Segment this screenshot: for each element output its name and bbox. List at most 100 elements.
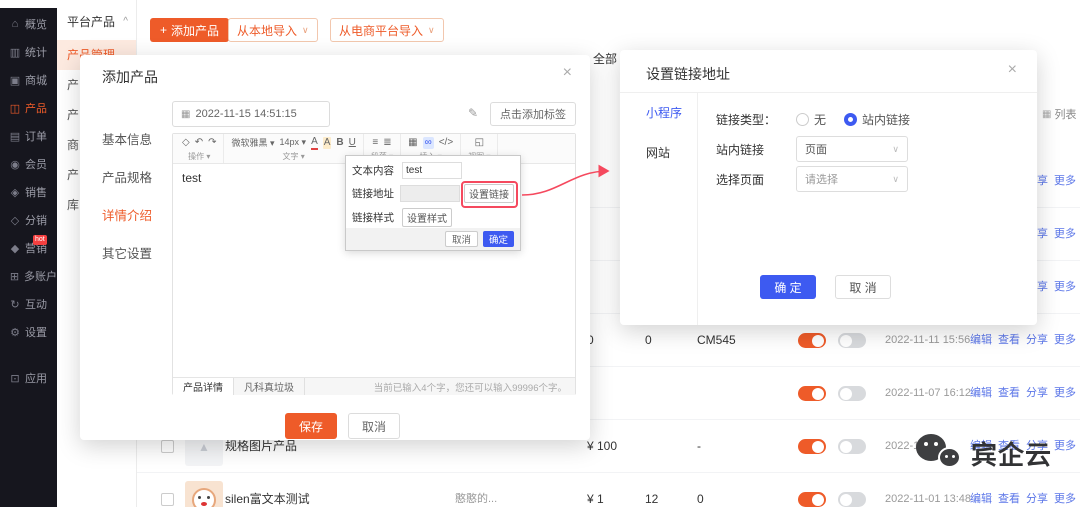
undo-icon[interactable]: ↶	[195, 137, 203, 149]
link-url-input[interactable]	[400, 185, 460, 202]
page-select[interactable]: 请选择 ∨	[796, 166, 908, 192]
link-target-tab[interactable]: 网站	[620, 133, 697, 173]
sidebar-item-label: 销售	[25, 187, 47, 199]
modal-tab[interactable]: 详情介绍	[80, 197, 168, 235]
row-checkbox[interactable]	[161, 493, 174, 506]
sidebar-item-label: 会员	[25, 159, 47, 171]
image-icon[interactable]: ▦	[408, 137, 417, 149]
list-icon[interactable]: ≣	[383, 137, 391, 149]
toolbar-group-caption[interactable]: 文字 ▾	[283, 151, 305, 162]
row-actions: 编辑查看分享更多	[970, 473, 1076, 507]
action-link[interactable]: 更多	[1054, 367, 1076, 420]
popup-ok-button[interactable]: 确定	[482, 231, 514, 247]
set-style-button[interactable]: 设置样式	[402, 208, 452, 227]
status-toggle-on[interactable]	[798, 492, 826, 507]
sidebar-item-label: 概览	[25, 19, 47, 31]
redo-icon[interactable]: ↷	[208, 137, 216, 149]
add-tag-button[interactable]: 点击添加标签	[490, 102, 576, 126]
sidebar-item-members[interactable]: ◉ 会员	[0, 150, 57, 178]
action-link[interactable]: 更多	[1054, 155, 1076, 208]
sidebar-item-marketing[interactable]: ◆ 营销 hot	[0, 234, 57, 262]
modal-tab[interactable]: 基本信息	[80, 121, 168, 159]
font-color-icon[interactable]: A	[311, 136, 318, 150]
interaction-icon: ↻	[10, 298, 20, 311]
sidebar-item-orders[interactable]: ▤ 订单	[0, 122, 57, 150]
status-toggle-off[interactable]	[838, 439, 866, 454]
editor-tab[interactable]: 产品详情	[173, 378, 234, 395]
popup-cancel-button[interactable]: 取消	[444, 231, 478, 247]
status-toggle-off[interactable]	[838, 333, 866, 348]
status-toggle-on[interactable]	[798, 439, 826, 454]
action-link[interactable]: 更多	[1054, 420, 1076, 473]
row-checkbox[interactable]	[161, 440, 174, 453]
status-toggle-on[interactable]	[798, 333, 826, 348]
code-icon[interactable]: </>	[439, 137, 453, 149]
sidebar-item-sales[interactable]: ◈ 销售	[0, 178, 57, 206]
style-icon[interactable]: ◇	[182, 137, 190, 149]
toggle-knob	[812, 334, 824, 347]
internal-link-select[interactable]: 页面 ∨	[796, 136, 908, 162]
action-link[interactable]: 编辑	[970, 473, 992, 507]
radio-internal-label[interactable]: 站内链接	[862, 111, 910, 128]
modal-tab[interactable]: 其它设置	[80, 235, 168, 273]
watermark: 宾企云	[916, 432, 1052, 474]
action-link[interactable]: 编辑	[970, 367, 992, 420]
product-price: ¥ 1	[587, 492, 604, 506]
cancel-button[interactable]: 取 消	[835, 275, 891, 299]
toolbar-icons: ◇ ↶ ↷	[182, 136, 216, 150]
tag-icon[interactable]: ✎	[468, 106, 478, 120]
align-icon[interactable]: ≡	[372, 137, 378, 149]
cancel-button[interactable]: 取消	[348, 413, 400, 439]
status-toggle-on[interactable]	[798, 386, 826, 401]
toggle-knob	[812, 387, 824, 400]
action-link[interactable]: 查看	[998, 367, 1020, 420]
action-link[interactable]: 更多	[1054, 473, 1076, 507]
close-icon[interactable]: ×	[1008, 61, 1017, 79]
save-button[interactable]: 保存	[285, 413, 337, 439]
toolbar-group-caption[interactable]: 操作 ▾	[188, 151, 210, 162]
status-toggle-off[interactable]	[838, 386, 866, 401]
bold-icon[interactable]: B	[336, 137, 343, 149]
font-family-select[interactable]: 微软雅黑 ▾	[231, 136, 274, 149]
action-link[interactable]: 更多	[1054, 261, 1076, 314]
action-link[interactable]: 分享	[1026, 367, 1048, 420]
set-link-modal: 设置链接地址 × 小程序 网站 链接类型： 无 站内链接 站内链接 页面 ∨ 选择…	[620, 50, 1037, 325]
sidebar-item-products[interactable]: ◫ 产品	[0, 94, 57, 122]
sidebar-item-interaction[interactable]: ↻ 互动	[0, 290, 57, 318]
sidebar-item-overview[interactable]: ⌂ 概览	[0, 10, 57, 38]
toolbar-icons: ≡ ≣	[372, 136, 391, 150]
row-date: 2022-11-07 16:12	[885, 387, 972, 399]
radio-internal-link[interactable]	[844, 112, 858, 126]
date-input[interactable]: ▦ 2022-11-15 14:51:15	[172, 101, 330, 127]
modal-tab[interactable]: 产品规格	[80, 159, 168, 197]
action-link[interactable]: 查看	[998, 473, 1020, 507]
radio-none-label[interactable]: 无	[814, 111, 826, 128]
radio-none[interactable]	[796, 112, 809, 126]
sidebar-item-apps[interactable]: ⊡ 应用	[0, 364, 57, 392]
set-link-button[interactable]: 设置链接	[464, 184, 514, 203]
collapse-icon[interactable]: ^	[123, 16, 128, 27]
font-size-select[interactable]: 14px ▾	[280, 137, 307, 148]
confirm-button[interactable]: 确 定	[760, 275, 816, 299]
editor-tab[interactable]: 凡科真垃圾	[234, 378, 305, 395]
link-icon[interactable]: ∞	[422, 136, 434, 149]
sidebar-item-label: 商城	[25, 75, 47, 87]
bg-color-icon[interactable]: A	[322, 136, 332, 149]
fullscreen-icon[interactable]: ◱	[475, 137, 484, 149]
action-link[interactable]: 更多	[1054, 314, 1076, 367]
sidebar-item-settings[interactable]: ⚙ 设置	[0, 318, 57, 346]
action-link[interactable]: 分享	[1026, 473, 1048, 507]
action-link[interactable]: 更多	[1054, 208, 1076, 261]
status-toggle-off[interactable]	[838, 492, 866, 507]
toggle-knob	[840, 493, 852, 506]
sidebar-item-stats[interactable]: ▥ 统计	[0, 38, 57, 66]
sidebar-item-distribution[interactable]: ◇ 分销	[0, 206, 57, 234]
underline-icon[interactable]: U	[349, 137, 356, 149]
sidebar-item-multi-account[interactable]: ⊞ 多账户	[0, 262, 57, 290]
sidebar-item-mall[interactable]: ▣ 商城	[0, 66, 57, 94]
distribution-icon: ◇	[10, 214, 20, 227]
text-content-input[interactable]	[402, 162, 462, 179]
close-icon[interactable]: ×	[563, 64, 572, 82]
link-target-tab[interactable]: 小程序	[620, 93, 697, 133]
settings-icon: ⚙	[10, 326, 20, 339]
